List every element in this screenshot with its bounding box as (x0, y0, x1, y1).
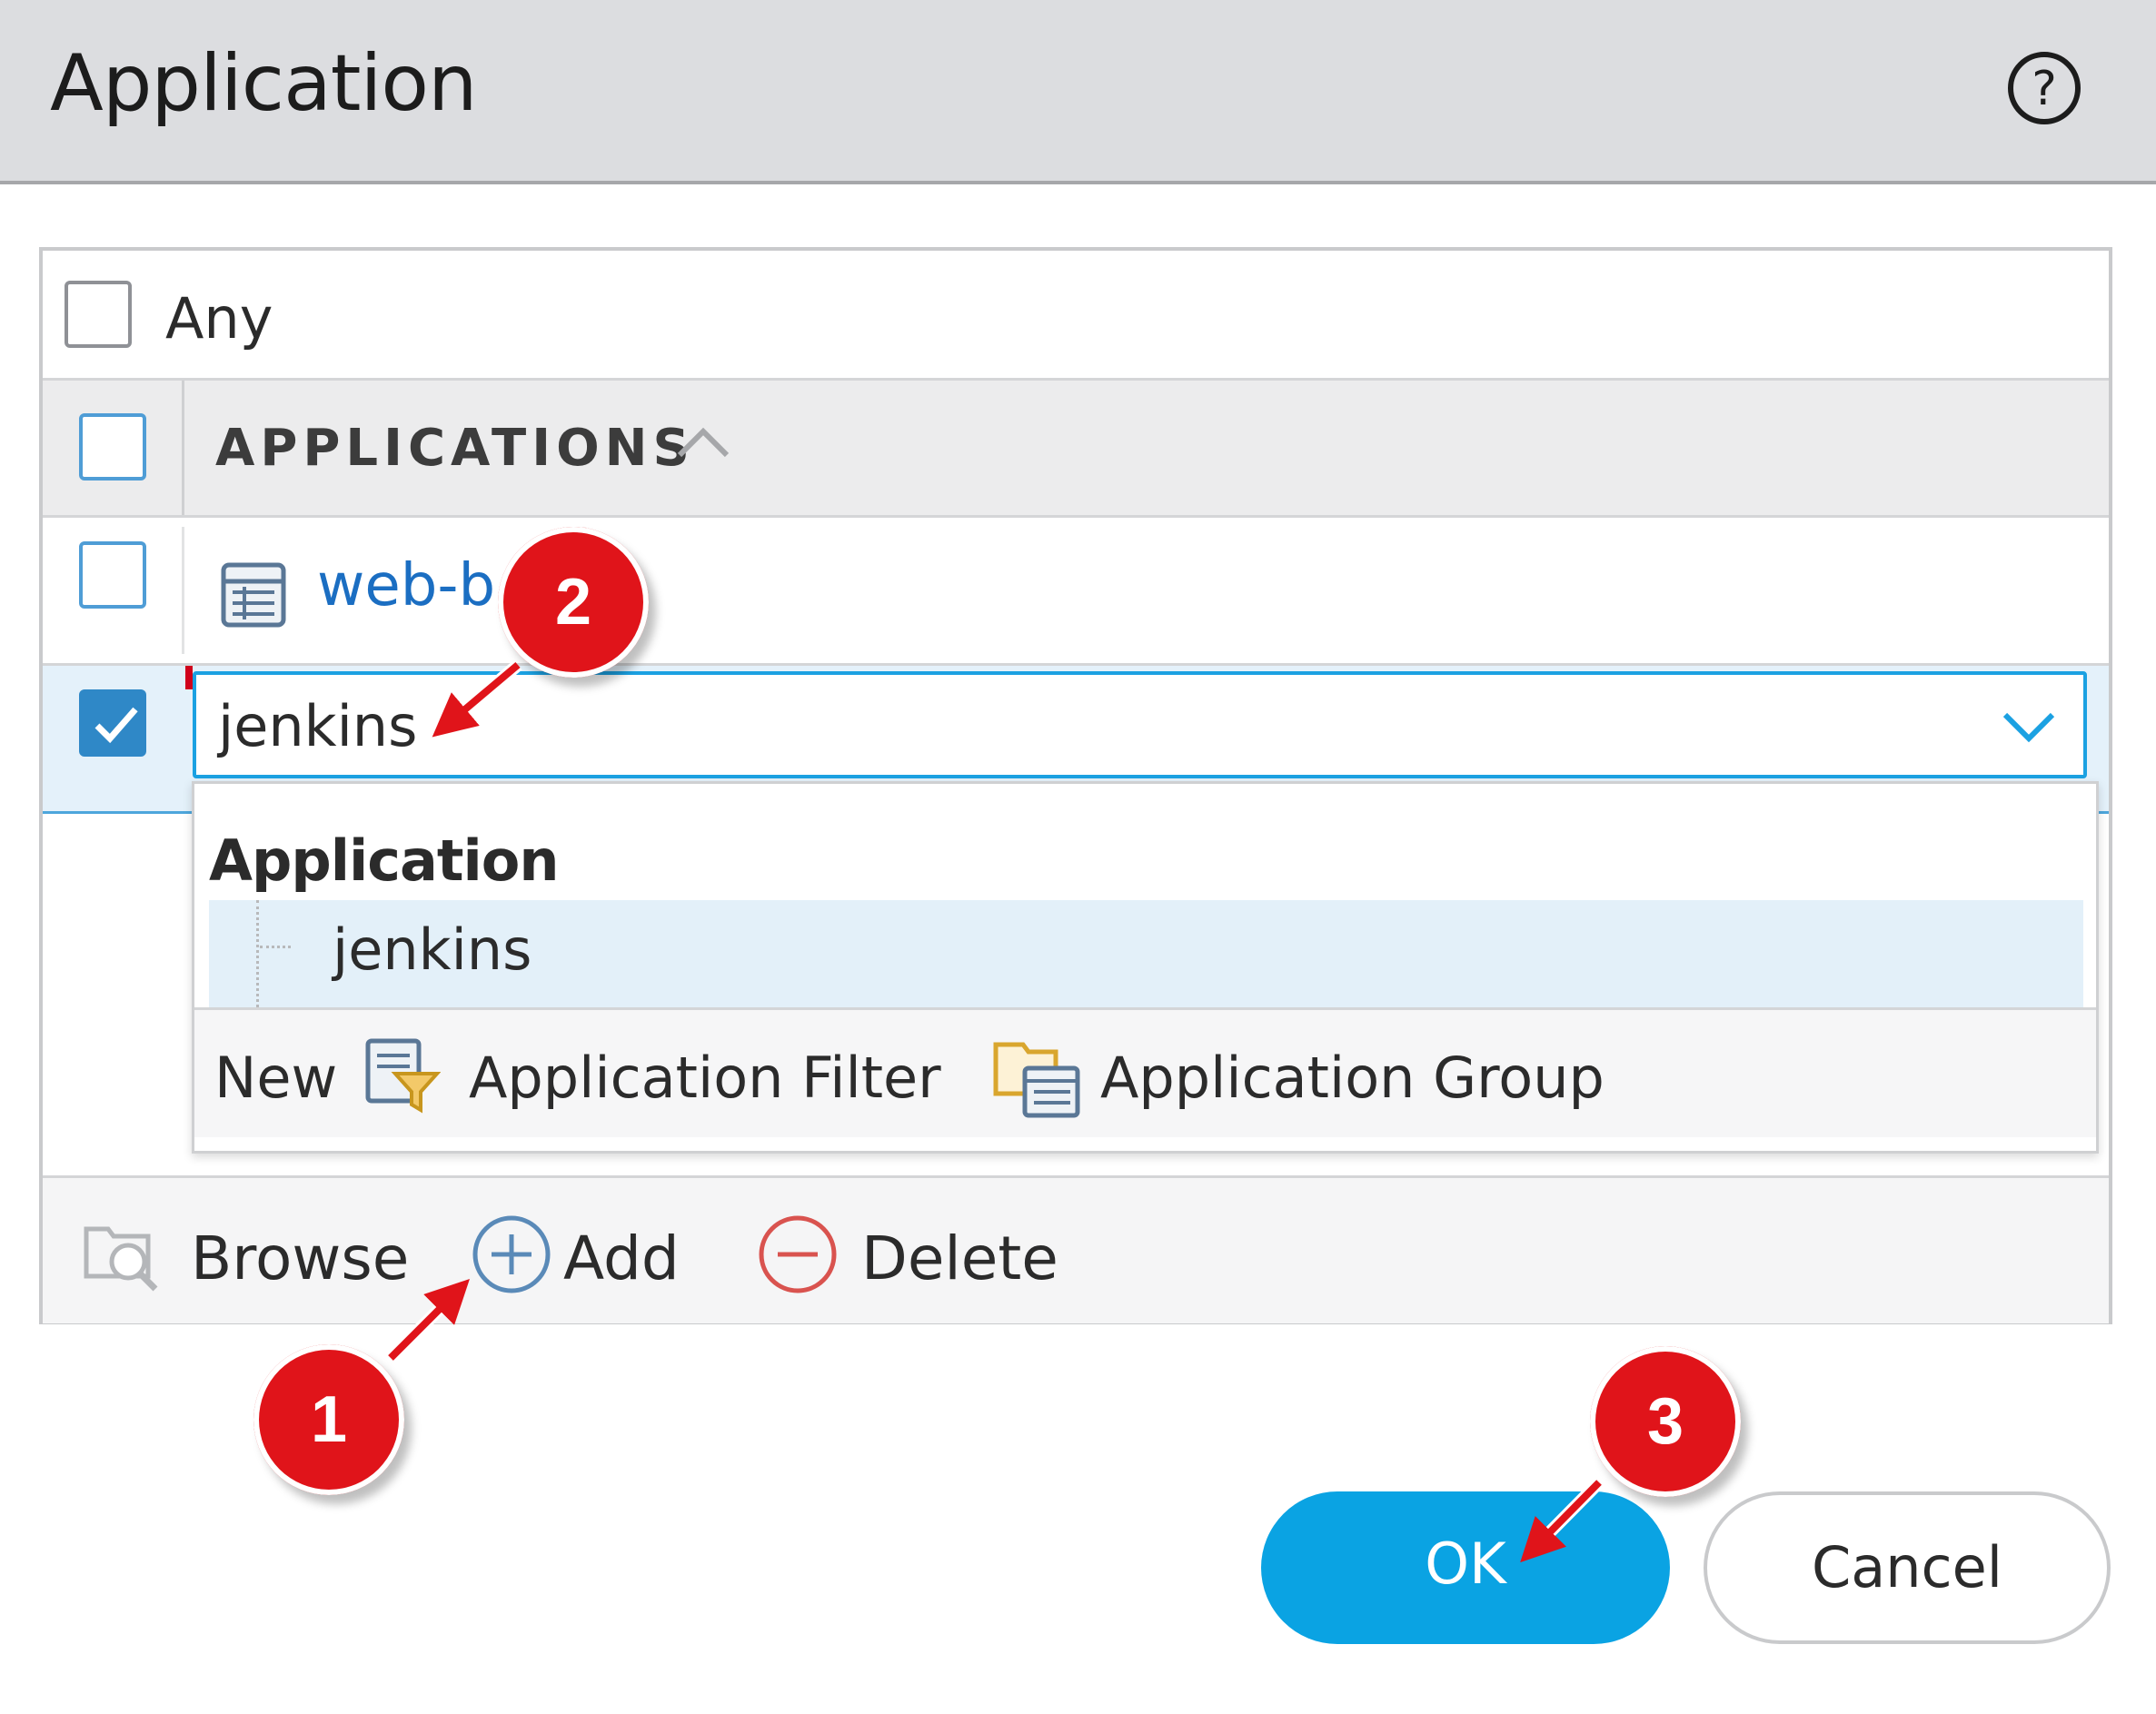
chevron-down-icon[interactable] (2002, 706, 2056, 746)
row-checkbox-checked[interactable] (79, 689, 146, 757)
callout-1: 1 (253, 1344, 404, 1495)
callout-3: 3 (1590, 1346, 1741, 1497)
ok-button[interactable]: OK (1261, 1491, 1670, 1644)
tree-line (256, 900, 259, 1007)
dialog-title: Application (50, 38, 478, 129)
add-icon (472, 1215, 551, 1293)
dropdown-group-label: Application (209, 827, 559, 894)
combobox-value[interactable]: jenkins (218, 693, 417, 759)
any-label: Any (165, 285, 273, 352)
select-all-checkbox[interactable] (79, 413, 146, 481)
application-combobox[interactable]: jenkins (193, 671, 2087, 778)
tree-branch (260, 946, 291, 948)
group-icon[interactable] (992, 1037, 1083, 1119)
modified-marker (185, 666, 193, 689)
table-icon (221, 562, 286, 628)
any-checkbox[interactable] (65, 281, 132, 348)
dropdown-item[interactable]: jenkins (209, 900, 2083, 1007)
table-row[interactable]: web-b…g (43, 518, 2109, 666)
applications-column-header: APPLICATIONS (43, 381, 2109, 518)
add-label: Add (563, 1224, 680, 1293)
delete-button[interactable]: Delete (756, 1205, 1101, 1296)
new-application-group-link[interactable]: Application Group (1100, 1045, 1605, 1111)
delete-label: Delete (861, 1224, 1058, 1293)
row-checkbox[interactable] (79, 541, 146, 609)
new-label: New (214, 1045, 338, 1111)
column-divider (182, 381, 184, 515)
svg-text:?: ? (2032, 62, 2057, 116)
column-title[interactable]: APPLICATIONS (215, 419, 695, 478)
browse-label: Browse (191, 1224, 410, 1293)
checkmark-icon (94, 707, 138, 744)
delete-icon (759, 1215, 837, 1293)
dialog-header: Application ? (0, 0, 2156, 184)
help-icon[interactable]: ? (2006, 50, 2082, 126)
dropdown-item-label[interactable]: jenkins (333, 916, 532, 983)
application-dropdown: Application jenkins New Application Filt… (192, 781, 2099, 1154)
dropdown-footer: New Application Filter Application Group (194, 1007, 2096, 1137)
new-application-filter-link[interactable]: Application Filter (469, 1045, 941, 1111)
filter-icon[interactable] (364, 1037, 441, 1114)
browse-icon (84, 1226, 158, 1292)
any-row: Any (43, 251, 2109, 381)
callout-2: 2 (498, 527, 649, 678)
browse-button[interactable]: Browse (81, 1205, 409, 1296)
sort-up-icon[interactable] (676, 421, 730, 466)
column-divider (182, 527, 184, 654)
panel-toolbar: Browse Add Delete (43, 1175, 2109, 1323)
cancel-button[interactable]: Cancel (1704, 1491, 2111, 1644)
add-button[interactable]: Add (470, 1205, 706, 1296)
